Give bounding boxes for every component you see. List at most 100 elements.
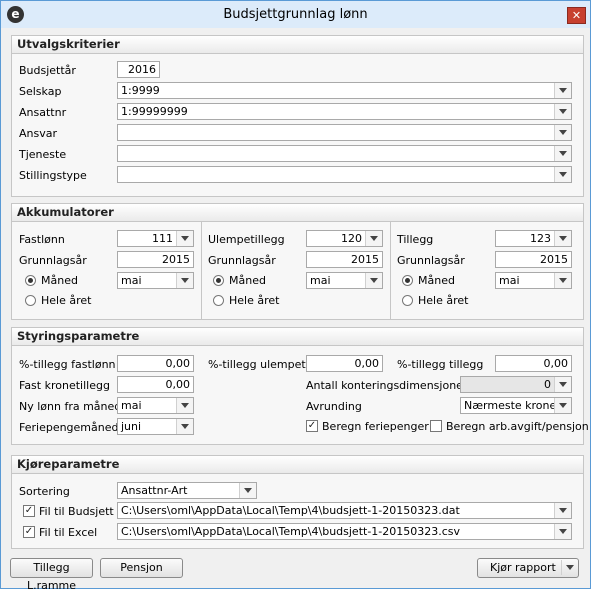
fastlonn-grunnlagsar-input[interactable]: 2015 — [117, 251, 194, 268]
tillegg-combo[interactable]: 123 — [495, 230, 572, 247]
chevron-down-icon[interactable] — [239, 483, 256, 498]
selskap-label: Selskap — [19, 85, 62, 98]
chevron-down-icon[interactable] — [176, 398, 193, 413]
chevron-down-icon[interactable] — [176, 419, 193, 434]
fil-til-excel-label: Fil til Excel — [39, 526, 98, 539]
avrunding-label: Avrunding — [306, 400, 362, 413]
ansattnr-label: Ansattnr — [19, 106, 67, 119]
feriepengemaned-combo[interactable]: juni — [117, 418, 194, 435]
group-heading: Akkumulatorer — [12, 204, 583, 222]
beregn-arb-avgift-checkbox[interactable] — [430, 420, 442, 432]
close-button[interactable]: ✕ — [567, 7, 586, 24]
avrunding-combo[interactable]: Nærmeste krone — [460, 397, 572, 414]
tillegg-l-ramme-button[interactable]: Tillegg L.ramme — [10, 558, 93, 592]
chevron-down-icon[interactable] — [561, 560, 578, 575]
budsjettar-input[interactable]: 2016 — [117, 61, 160, 78]
tillegg-maned-radio[interactable] — [402, 275, 413, 286]
ulempetillegg-label: Ulempetillegg — [208, 233, 285, 246]
sortering-value: Ansattnr-Art — [121, 484, 188, 497]
tillegg-tillegg-input[interactable]: 0,00 — [495, 355, 572, 372]
fastlonn-hele-aret-radio[interactable] — [25, 295, 36, 306]
hele-aret-label: Hele året — [418, 294, 469, 307]
hele-aret-label: Hele året — [41, 294, 92, 307]
fastlonn-maned-radio[interactable] — [25, 275, 36, 286]
chevron-down-icon[interactable] — [554, 398, 571, 413]
selskap-combo[interactable]: 1:9999 — [117, 82, 572, 99]
tillegg-grunnlagsar-input[interactable]: 2015 — [495, 251, 572, 268]
fastlonn-combo[interactable]: 111 — [117, 230, 194, 247]
chevron-down-icon[interactable] — [554, 231, 571, 246]
ulempe-grunnlagsar-input[interactable]: 2015 — [306, 251, 383, 268]
budsjettar-label: Budsjettår — [19, 64, 76, 77]
fastlonn-maned-combo[interactable]: mai — [117, 272, 194, 289]
fast-kronetillegg-input[interactable]: 0,00 — [117, 376, 194, 393]
sortering-combo[interactable]: Ansattnr-Art — [117, 482, 257, 499]
ny-lonn-combo[interactable]: mai — [117, 397, 194, 414]
fil-til-budsjett-combo[interactable]: C:\Users\oml\AppData\Local\Temp\4\budsje… — [117, 502, 572, 519]
chevron-down-icon[interactable] — [365, 273, 382, 288]
hele-aret-label: Hele året — [229, 294, 280, 307]
chevron-down-icon[interactable] — [554, 146, 571, 161]
chevron-down-icon[interactable] — [176, 231, 193, 246]
sortering-label: Sortering — [19, 485, 70, 498]
chevron-down-icon[interactable] — [554, 273, 571, 288]
grunnlagsar-label: Grunnlagsår — [208, 254, 276, 267]
tjeneste-label: Tjeneste — [19, 148, 67, 161]
ny-lonn-value: mai — [121, 399, 142, 412]
chevron-down-icon[interactable] — [176, 273, 193, 288]
chevron-down-icon[interactable] — [554, 104, 571, 119]
column-divider — [390, 222, 391, 319]
fil-excel-path: C:\Users\oml\AppData\Local\Temp\4\budsje… — [121, 525, 461, 538]
feriepenge-value: juni — [121, 420, 142, 433]
fast-kronetillegg-label: Fast kronetillegg — [19, 379, 110, 392]
fil-til-excel-checkbox[interactable]: ✓ — [23, 526, 35, 538]
chevron-down-icon[interactable] — [554, 167, 571, 182]
tjeneste-combo[interactable] — [117, 145, 572, 162]
chevron-down-icon[interactable] — [554, 125, 571, 140]
ansattnr-combo[interactable]: 1:99999999 — [117, 103, 572, 120]
chevron-down-icon[interactable] — [554, 503, 571, 518]
ulempe-maned-combo[interactable]: mai — [306, 272, 383, 289]
tillegg-hele-aret-radio[interactable] — [402, 295, 413, 306]
ulempe-maned-radio[interactable] — [213, 275, 224, 286]
avrunding-value: Nærmeste krone — [464, 399, 557, 412]
antall-value: 0 — [544, 378, 551, 391]
chevron-down-icon[interactable] — [554, 524, 571, 539]
selskap-value: 1:9999 — [121, 84, 160, 97]
pensjon-button[interactable]: Pensjon — [100, 558, 183, 578]
ulempe-hele-aret-radio[interactable] — [213, 295, 224, 306]
column-divider — [201, 222, 202, 319]
window-title: Budsjettgrunnlag lønn — [223, 7, 368, 22]
feriepengemaned-label: Feriepengemåned — [19, 421, 119, 434]
chevron-down-icon[interactable] — [365, 231, 382, 246]
ulempetillegg-value: 120 — [341, 232, 362, 245]
ansvar-combo[interactable] — [117, 124, 572, 141]
chevron-down-icon[interactable] — [554, 377, 571, 392]
tillegg-maned-combo[interactable]: mai — [495, 272, 572, 289]
fil-budsjett-path: C:\Users\oml\AppData\Local\Temp\4\budsje… — [121, 504, 460, 517]
group-styringsparametre: Styringsparametre %-tillegg fastlønn 0,0… — [11, 327, 589, 445]
group-heading: Kjøreparametre — [12, 456, 583, 474]
tillegg-ulempe-input[interactable]: 0,00 — [306, 355, 383, 372]
chevron-down-icon[interactable] — [554, 83, 571, 98]
antall-konteringsdimensjoner-combo[interactable]: 0 — [460, 376, 572, 393]
tillegg-ulempe-label: %-tillegg ulempetill. — [208, 358, 319, 371]
fil-til-budsjett-checkbox[interactable]: ✓ — [23, 505, 35, 517]
group-akkumulatorer: Akkumulatorer Fastlønn 111 Grunnlagsår 2… — [11, 203, 584, 320]
fil-til-excel-combo[interactable]: C:\Users\oml\AppData\Local\Temp\4\budsje… — [117, 523, 572, 540]
beregn-feriepenger-checkbox[interactable]: ✓ — [306, 420, 318, 432]
kjor-rapport-button[interactable]: Kjør rapport — [477, 558, 579, 578]
ansattnr-value: 1:99999999 — [121, 105, 188, 118]
group-kjoreparametre: Kjøreparametre Sortering Ansattnr-Art ✓ … — [11, 455, 584, 549]
maned-label: Måned — [229, 274, 266, 287]
tillegg-label: Tillegg — [397, 233, 434, 246]
kjor-rapport-label: Kjør rapport — [490, 561, 556, 574]
grunnlagsar-label: Grunnlagsår — [19, 254, 87, 267]
stillingstype-label: Stillingstype — [19, 169, 87, 182]
ansvar-label: Ansvar — [19, 127, 58, 140]
ulempetillegg-combo[interactable]: 120 — [306, 230, 383, 247]
beregn-arb-avgift-label: Beregn arb.avgift/pensjon — [446, 420, 589, 433]
tillegg-fastlonn-input[interactable]: 0,00 — [117, 355, 194, 372]
tillegg-tillegg-label: %-tillegg tillegg — [397, 358, 484, 371]
stillingstype-combo[interactable] — [117, 166, 572, 183]
